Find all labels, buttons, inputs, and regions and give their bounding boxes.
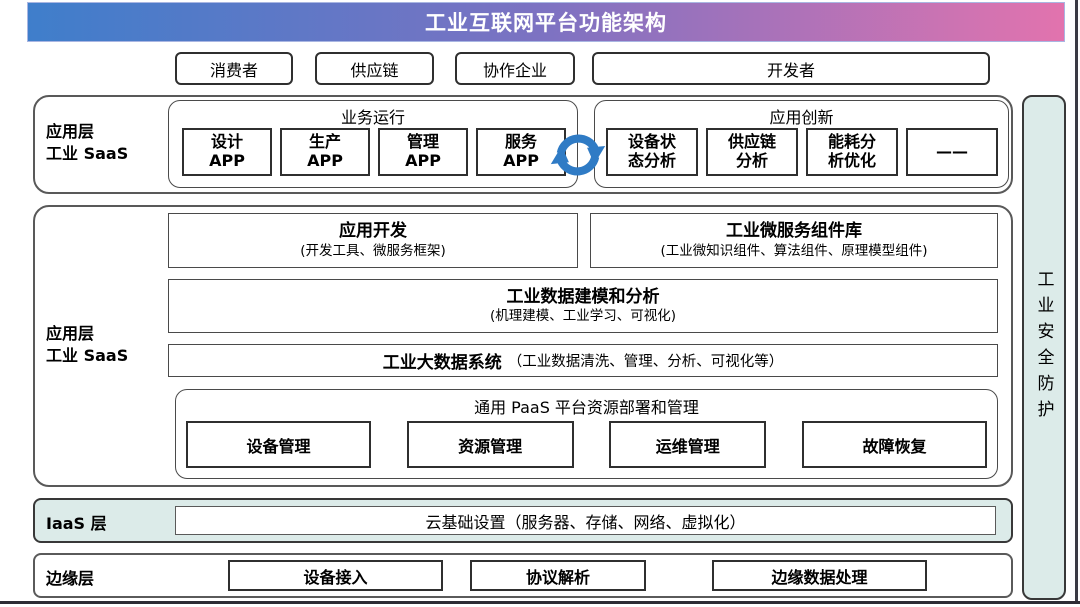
design-app-box: 设计 APP (182, 128, 272, 176)
big-data-system-subtitle: （工业数据清洗、管理、分析、可视化等） (508, 350, 784, 371)
paas-resource-title: 通用 PaaS 平台资源部署和管理 (176, 394, 997, 418)
item-label-line1: 设备状 (628, 133, 676, 152)
supply-chain-analysis-box: 供应链 分析 (706, 128, 798, 176)
saas-layer-label: 应用层 工业 SaaS (46, 121, 128, 166)
app-label-line1: 服务 (505, 133, 537, 152)
saas-layer-label-line2: 工业 SaaS (46, 143, 128, 165)
item-label-line2: 分析 (736, 152, 768, 171)
industrial-security-label: 工业安全防护 (1032, 270, 1057, 426)
app-label-line2: APP (405, 152, 441, 171)
paas-resource-group: 通用 PaaS 平台资源部署和管理 设备管理 资源管理 运维管理 故障恢复 (175, 389, 998, 479)
app-label-line1: 管理 (407, 133, 439, 152)
stakeholder-consumer: 消费者 (175, 52, 293, 85)
stakeholder-partner-enterprise: 协作企业 (455, 52, 575, 85)
stakeholder-label: 开发者 (767, 57, 815, 81)
app-label-line1: 生产 (309, 133, 341, 152)
cloud-infrastructure-box: 云基础设置（服务器、存储、网络、虚拟化） (175, 506, 996, 535)
production-app-box: 生产 APP (280, 128, 370, 176)
stakeholder-supply-chain: 供应链 (315, 52, 434, 85)
item-label-line2: 析优化 (828, 152, 876, 171)
app-development-title: 应用开发 (339, 221, 407, 242)
platform-layer-label: 应用层 工业 SaaS (46, 323, 128, 368)
energy-analysis-box: 能耗分 析优化 (806, 128, 898, 176)
sync-arrows-icon (549, 126, 607, 184)
app-label-line2: APP (209, 152, 245, 171)
microservice-library-box: 工业微服务组件库 (工业微知识组件、算法组件、原理模型组件) (590, 213, 998, 268)
stakeholder-label: 消费者 (210, 57, 258, 81)
business-operation-apps: 设计 APP 生产 APP 管理 APP 服务 APP (182, 128, 566, 176)
app-innovation-items: 设备状 态分析 供应链 分析 能耗分 析优化 —— (606, 128, 998, 176)
placeholder-box: —— (906, 128, 998, 176)
business-operation-title: 业务运行 (169, 104, 577, 128)
app-innovation-title: 应用创新 (595, 104, 1008, 128)
fault-recovery-box: 故障恢复 (802, 421, 987, 468)
data-modeling-box: 工业数据建模和分析 (机理建模、工业学习、可视化) (168, 279, 998, 333)
microservice-library-title: 工业微服务组件库 (726, 221, 862, 242)
item-label-line2: 态分析 (628, 152, 676, 171)
platform-layer-label-line1: 应用层 (46, 323, 128, 345)
app-development-subtitle: (开发工具、微服务框架) (300, 243, 446, 260)
big-data-system-title: 工业大数据系统 (383, 348, 502, 373)
app-development-box: 应用开发 (开发工具、微服务框架) (168, 213, 578, 268)
protocol-parsing-box: 协议解析 (470, 560, 646, 591)
stakeholder-label: 供应链 (350, 57, 398, 81)
iaas-layer-label: IaaS 层 (46, 510, 107, 534)
industrial-security-bar: 工业安全防护 (1022, 95, 1066, 600)
edge-layer-label: 边缘层 (46, 565, 94, 589)
saas-layer-label-line1: 应用层 (46, 121, 128, 143)
data-modeling-subtitle: (机理建模、工业学习、可视化) (490, 308, 676, 325)
microservice-library-subtitle: (工业微知识组件、算法组件、原理模型组件) (660, 243, 927, 260)
stakeholder-developer: 开发者 (592, 52, 990, 85)
bottom-divider (0, 601, 1080, 604)
edge-data-processing-box: 边缘数据处理 (712, 560, 927, 591)
management-app-box: 管理 APP (378, 128, 468, 176)
platform-layer-label-line2: 工业 SaaS (46, 345, 128, 367)
stakeholder-label: 协作企业 (483, 57, 547, 81)
item-label-line1: 供应链 (728, 133, 776, 152)
app-label-line2: APP (503, 152, 539, 171)
device-status-analysis-box: 设备状 态分析 (606, 128, 698, 176)
device-management-box: 设备管理 (186, 421, 371, 468)
big-data-system-box: 工业大数据系统 （工业数据清洗、管理、分析、可视化等） (168, 344, 998, 377)
device-access-box: 设备接入 (228, 560, 443, 591)
app-label-line2: APP (307, 152, 343, 171)
page-title-banner: 工业互联网平台功能架构 (27, 2, 1065, 42)
app-label-line1: 设计 (211, 133, 243, 152)
item-label-line1: 能耗分 (828, 133, 876, 152)
resource-management-box: 资源管理 (407, 421, 574, 468)
item-label-line1: —— (936, 143, 968, 162)
data-modeling-title: 工业数据建模和分析 (507, 287, 660, 308)
right-edge-divider (1075, 0, 1078, 601)
architecture-diagram: 工业互联网平台功能架构 消费者 供应链 协作企业 开发者 应用层 工业 SaaS… (0, 0, 1080, 607)
ops-management-box: 运维管理 (609, 421, 766, 468)
page-title: 工业互联网平台功能架构 (425, 7, 667, 37)
paas-resource-items: 设备管理 资源管理 运维管理 故障恢复 (186, 421, 987, 468)
